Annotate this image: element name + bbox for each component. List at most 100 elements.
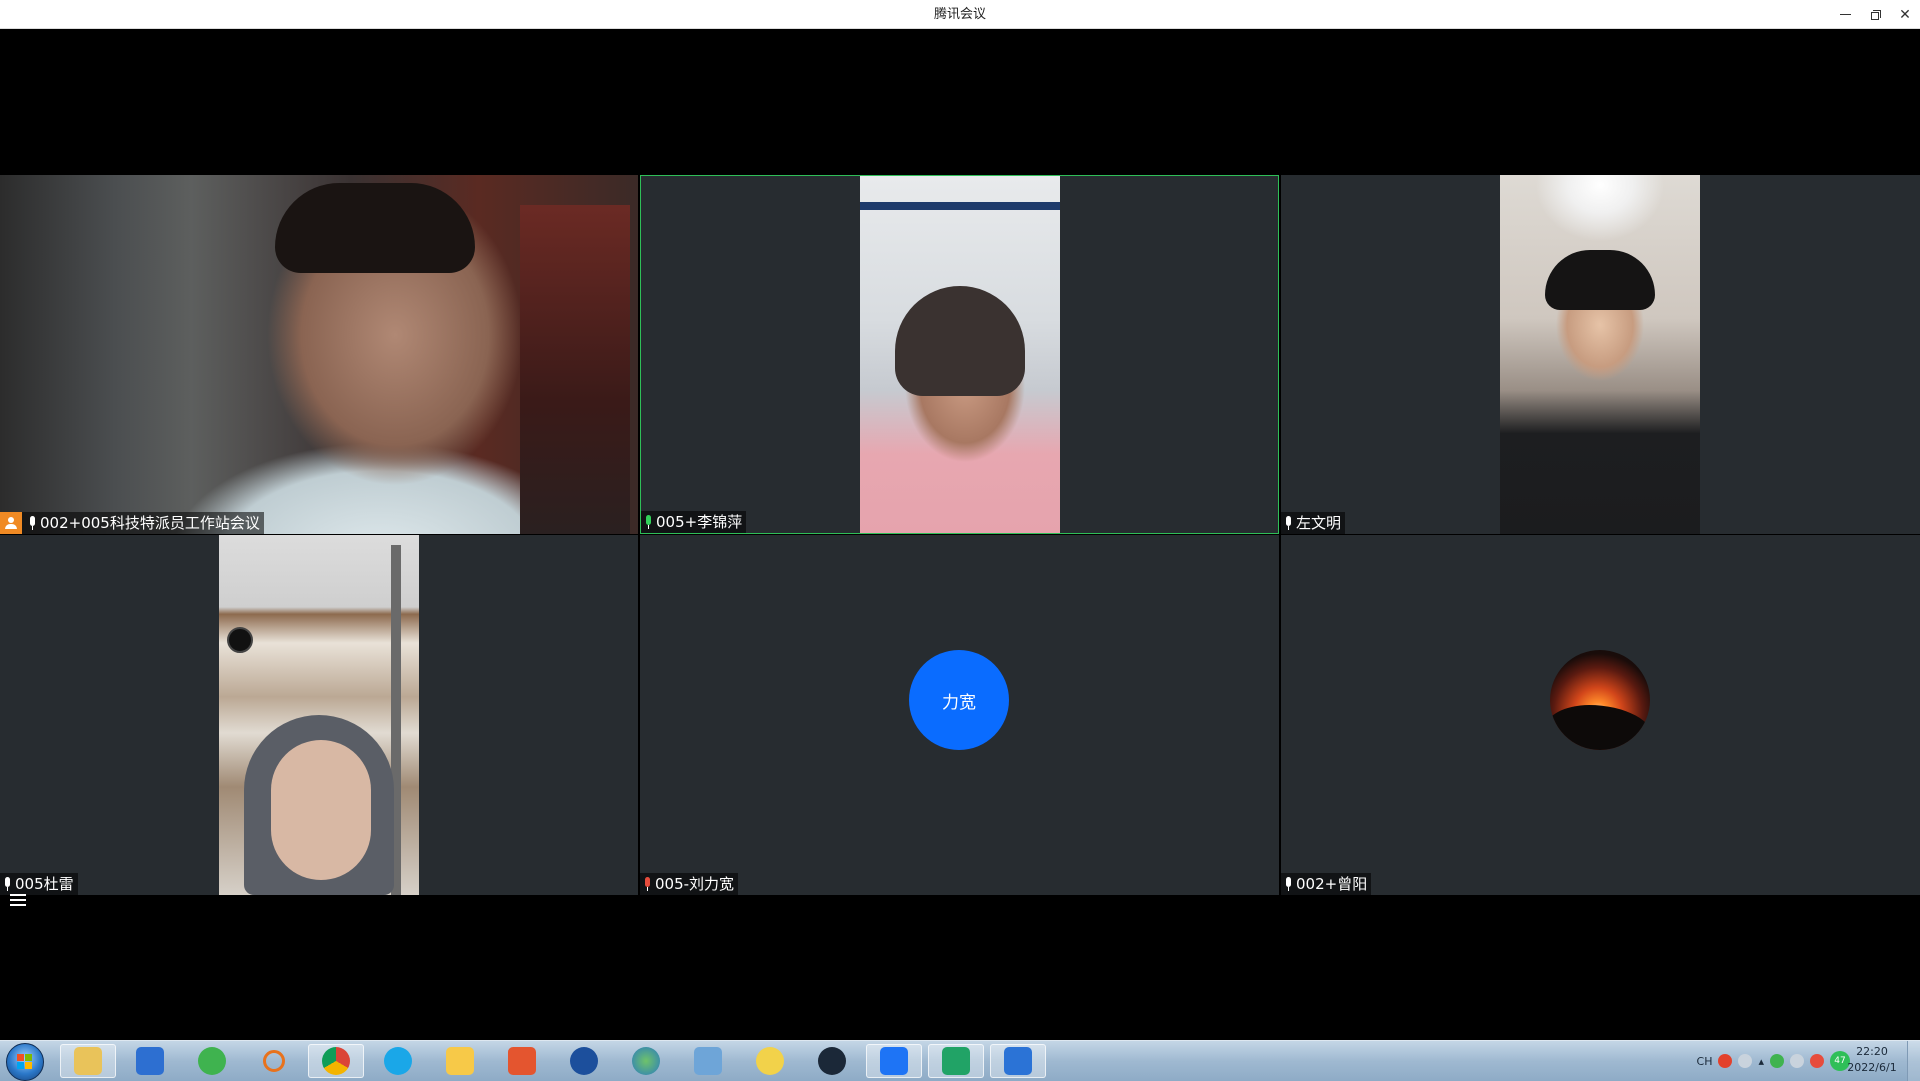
taskbar-chrome[interactable] (308, 1044, 364, 1078)
taskbar-qq-browser[interactable] (370, 1044, 426, 1078)
file-explorer-icon (74, 1047, 102, 1075)
qq-browser-icon (384, 1047, 412, 1075)
restore-icon (1870, 10, 1881, 20)
chrome-icon (322, 1047, 350, 1075)
participant-name: 005+李锦萍 (656, 513, 743, 531)
minimize-icon (1839, 14, 1851, 15)
participant-video (860, 176, 1060, 533)
host-icon (0, 512, 22, 534)
taskbar-document-app[interactable] (680, 1044, 736, 1078)
system-clock[interactable]: 22:20 2022/6/1 (1842, 1044, 1902, 1076)
video-scene-face (271, 740, 371, 880)
avatar: 力宽 (909, 650, 1009, 750)
video-scene-figure (275, 183, 475, 273)
taskbar-app[interactable] (432, 1044, 488, 1078)
taskbar-steam[interactable] (804, 1044, 860, 1078)
taskbar-wechat[interactable] (184, 1044, 240, 1078)
taskbar-file-explorer[interactable] (60, 1044, 116, 1078)
participant-tile[interactable]: 005杜雷 (0, 535, 638, 895)
taskbar-game-app[interactable] (742, 1044, 798, 1078)
wps-writer-icon (1004, 1047, 1032, 1075)
input-language-indicator[interactable]: CH (1697, 1055, 1713, 1068)
microphone-icon (28, 515, 37, 531)
video-scene-figure (895, 286, 1025, 396)
list-line (10, 899, 26, 901)
taskbar-ob-app[interactable] (122, 1044, 178, 1078)
taskbar-mail-app[interactable] (494, 1044, 550, 1078)
participant-name-label: 002+曾阳 (1281, 873, 1372, 895)
participant-video (0, 175, 638, 534)
video-grid: 002+005科技特派员工作站会议 005+李锦萍 左文明 005杜雷 力宽 0… (0, 175, 1920, 895)
avatar-scene-hill (1550, 705, 1650, 750)
microphone-muted-icon (643, 876, 652, 892)
participant-tile[interactable]: 002+曾阳 (1281, 535, 1920, 895)
participant-video (219, 535, 419, 895)
window-title: 腾讯会议 (933, 7, 986, 22)
participant-name: 左文明 (1296, 514, 1342, 532)
wechat-tray-icon[interactable] (1770, 1054, 1784, 1068)
microphone-speaking-icon (644, 514, 653, 530)
show-desktop-button[interactable] (1907, 1041, 1920, 1081)
list-view-icon[interactable] (10, 893, 26, 907)
microphone-icon (3, 876, 12, 892)
taskbar-wps-writer[interactable] (990, 1044, 1046, 1078)
search-app-icon (263, 1050, 285, 1072)
person-icon (5, 517, 17, 529)
taskbar-wps-sheet[interactable] (928, 1044, 984, 1078)
globe-app-icon (632, 1047, 660, 1075)
wechat-icon (198, 1047, 226, 1075)
tray-expand-icon[interactable]: ▴ (1758, 1055, 1764, 1068)
video-scene-shelf (520, 205, 630, 534)
taskbar-tencent-meeting[interactable] (866, 1044, 922, 1078)
participant-name-label: 002+005科技特派员工作站会议 (0, 512, 264, 534)
list-line (10, 894, 26, 896)
ob-app-icon (136, 1047, 164, 1075)
wps-sheet-icon (942, 1047, 970, 1075)
participant-name-label: 左文明 (1281, 512, 1346, 534)
close-button[interactable]: ✕ (1890, 0, 1920, 29)
app-icon (446, 1047, 474, 1075)
list-line (10, 904, 26, 906)
participant-tile[interactable]: 002+005科技特派员工作站会议 (0, 175, 638, 534)
clock-time: 22:20 (1856, 1045, 1888, 1058)
video-scene-clock (227, 627, 253, 653)
participant-name-label: 005-刘力宽 (640, 873, 739, 895)
microphone-icon (1284, 876, 1293, 892)
game-app-icon (756, 1047, 784, 1075)
participant-name: 002+曾阳 (1296, 875, 1368, 893)
participant-tile-active-speaker[interactable]: 005+李锦萍 (640, 175, 1279, 534)
participant-name: 005-刘力宽 (655, 875, 735, 893)
security-icon[interactable] (1810, 1054, 1824, 1068)
taskbar-search-app[interactable] (246, 1044, 302, 1078)
participant-name: 005杜雷 (15, 875, 74, 893)
participant-name: 002+005科技特派员工作站会议 (40, 514, 260, 532)
title-bar: 腾讯会议 ✕ (0, 0, 1920, 29)
minimize-button[interactable] (1830, 0, 1860, 29)
network-icon[interactable] (1738, 1054, 1753, 1068)
taskbar: CH ▴ 47 22:20 2022/6/1 (0, 1040, 1920, 1081)
participant-name-label: 005杜雷 (0, 873, 78, 895)
document-app-icon (694, 1047, 722, 1075)
clock-date: 2022/6/1 (1847, 1061, 1897, 1074)
taskbar-globe-app[interactable] (618, 1044, 674, 1078)
start-button[interactable] (6, 1043, 44, 1081)
restore-button[interactable] (1860, 0, 1890, 29)
participant-tile[interactable]: 力宽 005-刘力宽 (640, 535, 1279, 895)
sogou-input-icon[interactable] (1718, 1054, 1733, 1068)
mail-app-icon (508, 1047, 536, 1075)
avatar (1550, 650, 1650, 750)
microphone-icon (1284, 515, 1293, 531)
participant-tile[interactable]: 左文明 (1281, 175, 1920, 534)
steam-icon (818, 1047, 846, 1075)
taskbar-media-player[interactable] (556, 1044, 612, 1078)
tencent-meeting-icon (880, 1047, 908, 1075)
media-player-icon (570, 1047, 598, 1075)
windows-logo-icon (17, 1054, 33, 1070)
system-tray: CH ▴ 47 (1697, 1041, 1850, 1081)
video-scene-figure (1545, 250, 1655, 310)
close-icon: ✕ (1899, 6, 1911, 23)
participant-video (1500, 175, 1700, 534)
participant-name-label: 005+李锦萍 (641, 511, 747, 533)
video-scene-stripe (860, 202, 1060, 210)
volume-icon[interactable] (1790, 1054, 1804, 1068)
